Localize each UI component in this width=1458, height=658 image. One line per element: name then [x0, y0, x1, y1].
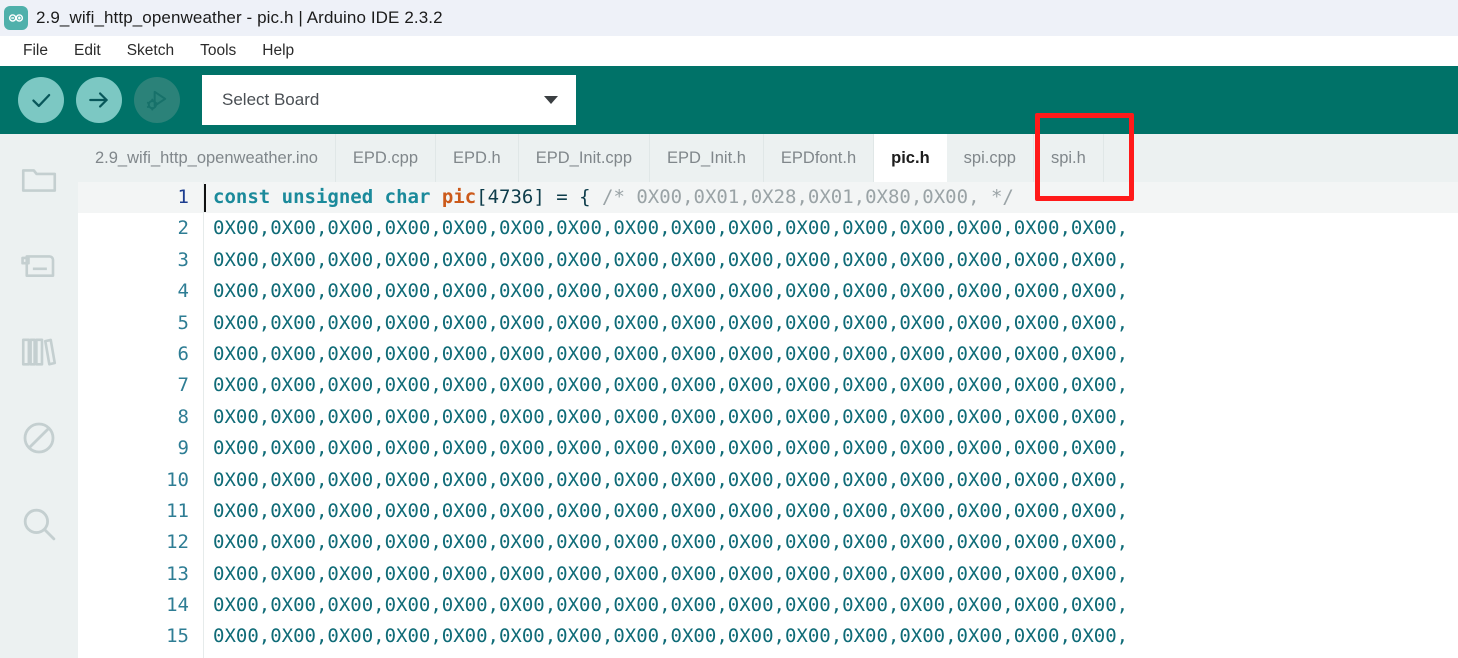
arduino-infinity-icon: [4, 6, 28, 30]
identifier-pic: pic: [441, 186, 477, 208]
menu-item-tools[interactable]: Tools: [187, 40, 249, 62]
code-line-10: 0X00,0X00,0X00,0X00,0X00,0X00,0X00,0X00,…: [213, 468, 1129, 491]
board-select-value: Select Board: [222, 90, 320, 109]
line-number: 10: [166, 468, 189, 491]
tab-spi-h[interactable]: spi.h: [1034, 134, 1104, 182]
line-number: 2: [177, 217, 189, 240]
code-line-3: 0X00,0X00,0X00,0X00,0X00,0X00,0X00,0X00,…: [213, 248, 1129, 271]
line-number: 13: [166, 562, 189, 585]
sidebar-item-sketchbook[interactable]: [11, 152, 67, 208]
keyword-char: char: [384, 186, 431, 208]
search-icon: [18, 503, 60, 545]
keyword-unsigned: unsigned: [281, 186, 374, 208]
line-number-gutter: 1 2 3 4 5 6 7 8 9 10 11 12 13 14 15: [78, 182, 204, 658]
sidebar-item-library-manager[interactable]: [11, 324, 67, 380]
workbench-body: 2.9_wifi_http_openweather.ino EPD.cpp EP…: [0, 134, 1458, 658]
array-size: [4736]: [476, 186, 545, 208]
line-number: 11: [166, 499, 189, 522]
sidebar-item-search[interactable]: [11, 496, 67, 552]
tab-epd-cpp[interactable]: EPD.cpp: [336, 134, 437, 182]
assignment-operator: = {: [544, 186, 603, 208]
title-bar: 2.9_wifi_http_openweather - pic.h | Ardu…: [0, 0, 1458, 36]
code-editor[interactable]: 1 2 3 4 5 6 7 8 9 10 11 12 13 14 15 cons…: [78, 182, 1458, 658]
line-number: 8: [177, 405, 189, 428]
verify-button[interactable]: [18, 77, 64, 123]
line-number: 3: [177, 248, 189, 271]
menu-item-file[interactable]: File: [10, 40, 61, 62]
line-number: 12: [166, 531, 189, 554]
main-toolbar: Select Board: [0, 66, 1458, 134]
menu-item-help[interactable]: Help: [249, 40, 307, 62]
checkmark-icon: [28, 87, 54, 113]
code-line-12: 0X00,0X00,0X00,0X00,0X00,0X00,0X00,0X00,…: [213, 531, 1129, 554]
board-select[interactable]: Select Board: [202, 75, 576, 125]
editor-tab-bar: 2.9_wifi_http_openweather.ino EPD.cpp EP…: [78, 134, 1458, 182]
editor-area: 2.9_wifi_http_openweather.ino EPD.cpp EP…: [78, 134, 1458, 658]
tab-pic-h[interactable]: pic.h: [874, 134, 947, 182]
code-line-7: 0X00,0X00,0X00,0X00,0X00,0X00,0X00,0X00,…: [213, 374, 1129, 397]
line-number: 1: [78, 182, 203, 214]
chevron-down-icon: [544, 96, 558, 104]
line-number: 15: [166, 625, 189, 648]
line-number: 4: [177, 280, 189, 303]
menu-item-edit[interactable]: Edit: [61, 40, 114, 62]
tab-epd-h[interactable]: EPD.h: [436, 134, 519, 182]
code-line-8: 0X00,0X00,0X00,0X00,0X00,0X00,0X00,0X00,…: [213, 405, 1129, 428]
code-line-1: const unsigned char pic[4736] = { /* 0X0…: [204, 182, 1458, 214]
books-icon: [18, 331, 60, 373]
code-line-15: 0X00,0X00,0X00,0X00,0X00,0X00,0X00,0X00,…: [213, 625, 1129, 648]
arduino-ide-window: 2.9_wifi_http_openweather - pic.h | Ardu…: [0, 0, 1458, 658]
tab-epd-init-h[interactable]: EPD_Init.h: [650, 134, 764, 182]
tab-ino-sketch[interactable]: 2.9_wifi_http_openweather.ino: [78, 134, 336, 182]
code-line-6: 0X00,0X00,0X00,0X00,0X00,0X00,0X00,0X00,…: [213, 342, 1129, 365]
code-line-14: 0X00,0X00,0X00,0X00,0X00,0X00,0X00,0X00,…: [213, 594, 1129, 617]
debug-button[interactable]: [134, 77, 180, 123]
line-number: 6: [177, 342, 189, 365]
window-title: 2.9_wifi_http_openweather - pic.h | Ardu…: [36, 8, 443, 27]
code-line-9: 0X00,0X00,0X00,0X00,0X00,0X00,0X00,0X00,…: [213, 437, 1129, 460]
line-number: 5: [177, 311, 189, 334]
activity-bar: [0, 134, 78, 658]
line-number: 14: [166, 594, 189, 617]
line-number: 7: [177, 374, 189, 397]
tab-epd-init-cpp[interactable]: EPD_Init.cpp: [519, 134, 651, 182]
tab-epdfont-h[interactable]: EPDfont.h: [764, 134, 875, 182]
boards-manager-icon: [18, 245, 60, 287]
sidebar-item-debug[interactable]: [11, 410, 67, 466]
code-line-4: 0X00,0X00,0X00,0X00,0X00,0X00,0X00,0X00,…: [213, 280, 1129, 303]
folder-icon: [18, 159, 60, 201]
no-entry-icon: [18, 417, 60, 459]
menu-bar: File Edit Sketch Tools Help: [0, 36, 1458, 66]
code-line-5: 0X00,0X00,0X00,0X00,0X00,0X00,0X00,0X00,…: [213, 311, 1129, 334]
arrow-right-icon: [86, 87, 112, 113]
debug-bug-play-icon: [143, 86, 171, 114]
line-number: 9: [177, 437, 189, 460]
code-line-2: 0X00,0X00,0X00,0X00,0X00,0X00,0X00,0X00,…: [213, 217, 1129, 240]
sidebar-item-boards-manager[interactable]: [11, 238, 67, 294]
tab-spi-cpp[interactable]: spi.cpp: [947, 134, 1034, 182]
code-line-13: 0X00,0X00,0X00,0X00,0X00,0X00,0X00,0X00,…: [213, 562, 1129, 585]
upload-button[interactable]: [76, 77, 122, 123]
code-line-11: 0X00,0X00,0X00,0X00,0X00,0X00,0X00,0X00,…: [213, 499, 1129, 522]
keyword-const: const: [213, 186, 271, 208]
menu-item-sketch[interactable]: Sketch: [114, 40, 187, 62]
code-content[interactable]: const unsigned char pic[4736] = { /* 0X0…: [204, 182, 1458, 658]
line-comment: /* 0X00,0X01,0X28,0X01,0X80,0X00, */: [602, 186, 1014, 208]
